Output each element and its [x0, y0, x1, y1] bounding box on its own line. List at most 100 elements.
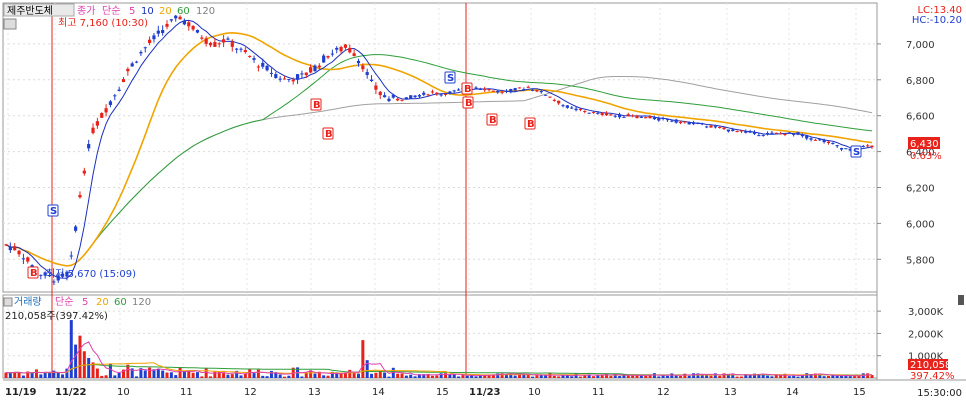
volume-bar — [792, 375, 796, 378]
volume-bar — [465, 375, 469, 378]
chart-canvas[interactable]: SSSBBBBBB B 7,0006,8006,6006,4006,2006,00… — [0, 0, 966, 401]
volume-bar — [78, 335, 82, 378]
time-tick-label: 15 — [436, 387, 449, 398]
candle-body — [230, 42, 234, 47]
volume-bar — [239, 375, 243, 378]
candle-body — [491, 90, 495, 92]
candle-body — [674, 119, 678, 123]
volume-bar — [287, 375, 291, 378]
price-tick-label: 7,000 — [906, 40, 935, 51]
volume-bar — [387, 376, 391, 378]
grid-toggle-icon[interactable] — [3, 18, 17, 30]
volume-bar — [683, 373, 687, 378]
ma120-label: 120 — [196, 6, 215, 17]
candle-body — [39, 274, 43, 276]
candle-body — [104, 108, 108, 113]
volume-bar — [226, 374, 230, 378]
candle-body — [204, 38, 208, 44]
volume-bar — [187, 371, 191, 378]
candle-body — [339, 47, 343, 52]
candle-body — [604, 112, 609, 116]
candle-body — [787, 132, 791, 134]
buy-signal: B — [325, 129, 333, 140]
candle-body — [108, 101, 113, 105]
time-tick-label: 11/22 — [55, 387, 87, 398]
candle-body — [483, 88, 487, 91]
time-tick-label: 13 — [308, 387, 321, 398]
candle-body — [709, 125, 713, 128]
volume-bar — [313, 373, 317, 378]
candle-body — [387, 98, 391, 102]
volume-bar — [43, 372, 47, 378]
candle-body — [565, 105, 569, 108]
candle-body — [813, 139, 818, 141]
candle-body — [82, 170, 86, 174]
volume-bar — [361, 340, 365, 378]
volume-bar — [692, 373, 696, 378]
candle-body — [631, 115, 635, 117]
candle-body — [818, 139, 822, 141]
candle-body — [739, 130, 744, 132]
volume-bar — [87, 357, 91, 378]
candle-body — [557, 100, 561, 104]
volume-bar — [326, 375, 330, 378]
candle-body — [726, 129, 730, 132]
volume-bar — [535, 375, 539, 378]
time-tick-label: 13 — [724, 387, 737, 398]
candle-body — [8, 246, 12, 251]
candle-body — [139, 52, 143, 54]
volume-bar — [34, 369, 38, 378]
candle-body — [117, 89, 121, 92]
candle-body — [570, 107, 574, 109]
candle-body — [535, 90, 539, 92]
volume-bar — [430, 375, 434, 378]
volume-bar — [195, 372, 199, 378]
vol-ma5-label: 5 — [82, 297, 88, 308]
volume-bar — [626, 375, 630, 378]
volume-bar — [513, 375, 517, 378]
candle-body — [792, 133, 796, 135]
candle-body — [435, 92, 439, 95]
pane-resize-handle[interactable] — [958, 295, 964, 305]
candle-body — [539, 91, 543, 93]
ma20-label: 20 — [159, 6, 172, 17]
time-tick-label: 11 — [180, 387, 193, 398]
candle-body — [544, 94, 548, 96]
candle-body — [844, 148, 848, 150]
candle-body — [809, 138, 813, 140]
volume-pane-icon[interactable] — [3, 297, 13, 307]
stock-chart-window: SSSBBBBBBB 7,000 6,800 6,600 6,400 6,200 6,00… — [0, 0, 966, 401]
candle-body — [648, 115, 652, 119]
volume-bar — [609, 376, 613, 378]
candle-body — [369, 79, 374, 81]
candle-body — [530, 89, 535, 91]
candle-body — [691, 122, 696, 125]
candle-body — [774, 132, 778, 134]
buy-signal: B — [30, 268, 38, 279]
candle-body — [652, 117, 657, 120]
candle-body — [248, 55, 252, 57]
candle-body — [665, 119, 670, 121]
candle-body — [374, 85, 378, 90]
time-tick-label: 11 — [592, 387, 605, 398]
volume-bar — [552, 375, 556, 378]
candle-body — [596, 112, 600, 114]
candle-body — [635, 115, 639, 119]
candle-body — [152, 35, 156, 40]
high-annotation: 최고 7,160 (10:30) — [58, 17, 148, 29]
candle-body — [243, 50, 247, 53]
volume-bar — [718, 375, 722, 378]
low-annotation: 최저 5,670 (15:09) — [46, 268, 136, 280]
candle-body — [513, 88, 517, 91]
candle-body — [200, 37, 204, 39]
volume-bar — [461, 375, 465, 378]
candle-body — [396, 98, 400, 101]
volume-current-value: 210,058주(397.42%) — [5, 311, 108, 322]
volume-bar — [853, 376, 857, 378]
volume-bar — [831, 375, 835, 378]
candle-body — [178, 16, 182, 20]
volume-bar — [61, 374, 65, 378]
candle-body — [309, 67, 313, 73]
candle-body — [78, 194, 82, 198]
candle-body — [187, 22, 191, 27]
